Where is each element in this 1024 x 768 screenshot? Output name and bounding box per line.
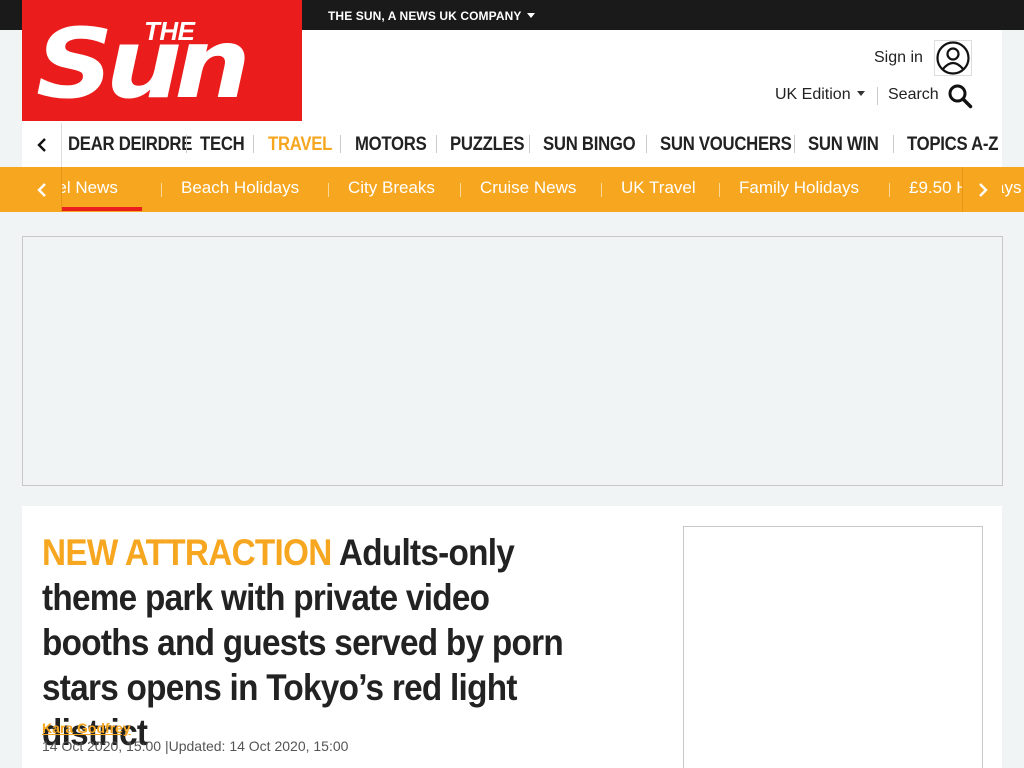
nav-separator xyxy=(253,135,254,153)
subnav-item-cruise-news[interactable]: Cruise News xyxy=(480,178,576,198)
subnav-scroll-right-button[interactable] xyxy=(962,167,1002,212)
logo-sun-text: Sun xyxy=(36,8,251,120)
ad-placeholder-sidebar xyxy=(683,526,983,768)
published-date: 14 Oct 2020, 15:00 xyxy=(42,738,162,754)
nav-item-tech[interactable]: TECH xyxy=(200,134,245,156)
subnav-separator xyxy=(460,183,461,197)
subnav-item-beach-holidays[interactable]: Beach Holidays xyxy=(181,178,299,198)
nav-item-motors[interactable]: MOTORS xyxy=(355,134,427,156)
caret-down-icon xyxy=(856,91,865,96)
nav-item-sun-vouchers[interactable]: SUN VOUCHERS xyxy=(660,134,792,156)
nav-item-puzzles[interactable]: PUZZLES xyxy=(450,134,525,156)
chevron-left-icon xyxy=(37,138,46,152)
chevron-left-icon xyxy=(37,183,46,197)
updated-date: Updated: 14 Oct 2020, 15:00 xyxy=(168,738,349,754)
subnav-separator xyxy=(719,183,720,197)
sign-in-link[interactable]: Sign in xyxy=(874,49,923,67)
ad-placeholder-banner xyxy=(22,236,1003,486)
article-dates: 14 Oct 2020, 15:00 |Updated: 14 Oct 2020… xyxy=(42,738,348,754)
news-uk-company-menu[interactable]: THE SUN, A NEWS UK COMPANY xyxy=(328,9,535,23)
nav-separator xyxy=(893,135,894,153)
edition-label: UK Edition xyxy=(775,86,851,103)
the-sun-logo[interactable]: Sun THE xyxy=(22,0,302,121)
search-link[interactable]: Search xyxy=(888,86,939,104)
user-icon xyxy=(936,41,970,75)
logo-the-text: THE xyxy=(144,16,195,46)
chevron-right-icon xyxy=(979,183,988,197)
subnav-item-city-breaks[interactable]: City Breaks xyxy=(348,178,435,198)
nav-item-dear-deirdre[interactable]: DEAR DEIRDRE xyxy=(68,134,192,156)
active-tab-underline xyxy=(58,207,142,211)
nav-item-topics-a-z[interactable]: TOPICS A-Z xyxy=(907,134,998,156)
edition-selector[interactable]: UK Edition xyxy=(775,86,865,104)
subnav-separator xyxy=(889,183,890,197)
nav-scroll-left-button[interactable] xyxy=(22,123,62,167)
subnav-item-uk-travel[interactable]: UK Travel xyxy=(621,178,696,198)
nav-separator xyxy=(340,135,341,153)
subnav-separator xyxy=(328,183,329,197)
nav-item-sun-win[interactable]: SUN WIN xyxy=(808,134,879,156)
nav-item-sun-bingo[interactable]: SUN BINGO xyxy=(543,134,636,156)
headline-kicker: NEW ATTRACTION xyxy=(42,532,332,573)
subnav-separator xyxy=(161,183,162,197)
nav-separator xyxy=(794,135,795,153)
company-label: THE SUN, A NEWS UK COMPANY xyxy=(328,9,522,23)
nav-separator xyxy=(529,135,530,153)
caret-down-icon xyxy=(526,13,535,18)
search-icon[interactable] xyxy=(947,83,973,109)
header-divider xyxy=(877,87,878,105)
nav-item-travel[interactable]: TRAVEL xyxy=(268,134,332,156)
author-link[interactable]: Kara Godfrey xyxy=(42,720,131,736)
subnav-separator xyxy=(601,183,602,197)
subnav-item-family-holidays[interactable]: Family Holidays xyxy=(739,178,859,198)
account-avatar-button[interactable] xyxy=(934,40,972,76)
nav-separator xyxy=(186,135,187,153)
subnav-scroll-left-button[interactable] xyxy=(22,167,62,212)
nav-separator xyxy=(436,135,437,153)
nav-separator xyxy=(646,135,647,153)
